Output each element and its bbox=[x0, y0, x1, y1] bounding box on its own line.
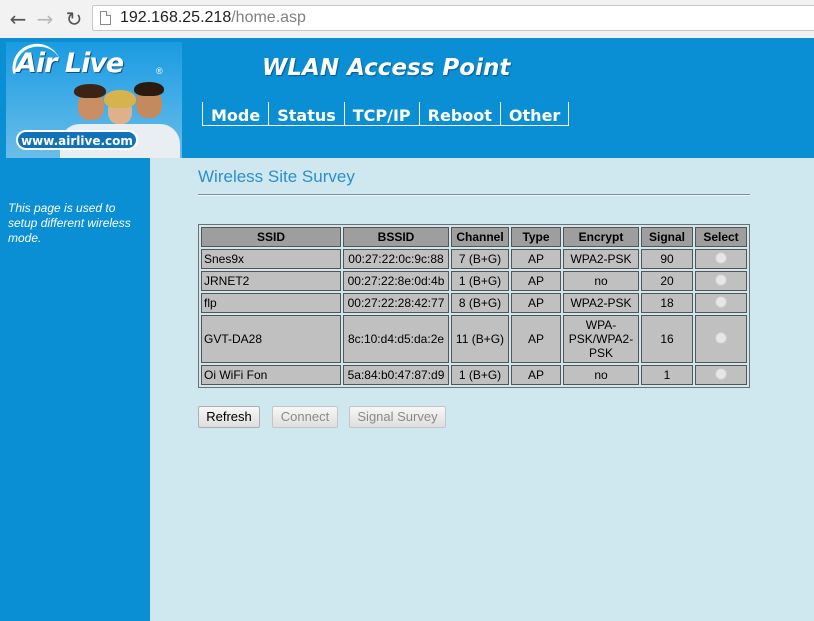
cell-bssid: 00:27:22:28:42:77 bbox=[343, 293, 449, 313]
cell-signal: 16 bbox=[641, 315, 693, 363]
section-heading: Wireless Site Survey bbox=[198, 167, 355, 186]
select-radio[interactable] bbox=[715, 251, 727, 264]
cell-encrypt: no bbox=[563, 365, 639, 385]
column-header-select: Select bbox=[695, 227, 747, 247]
cell-encrypt: WPA-PSK/WPA2-PSK bbox=[563, 315, 639, 363]
cell-ssid: Snes9x bbox=[201, 249, 341, 269]
cell-select bbox=[695, 315, 747, 363]
address-bar[interactable]: 192.168.25.218/home.asp bbox=[92, 5, 814, 31]
menu-item-status[interactable]: Status bbox=[268, 102, 344, 126]
cell-encrypt: WPA2-PSK bbox=[563, 293, 639, 313]
cell-channel: 1 (B+G) bbox=[451, 365, 509, 385]
url-path: /home.asp bbox=[231, 9, 306, 26]
connect-button[interactable]: Connect bbox=[272, 406, 338, 428]
refresh-button[interactable]: Refresh bbox=[198, 406, 260, 428]
back-arrow-icon[interactable]: ← bbox=[6, 7, 30, 31]
menu-item-other[interactable]: Other bbox=[499, 102, 570, 126]
cell-channel: 7 (B+G) bbox=[451, 249, 509, 269]
cell-ssid: flp bbox=[201, 293, 341, 313]
browser-toolbar: ← → ↻ 192.168.25.218/home.asp bbox=[0, 0, 814, 39]
menu-item-reboot[interactable]: Reboot bbox=[418, 102, 500, 126]
logo-website-badge: www.airlive.com bbox=[16, 130, 138, 150]
cell-type: AP bbox=[511, 271, 561, 291]
cell-channel: 11 (B+G) bbox=[451, 315, 509, 363]
select-radio[interactable] bbox=[715, 295, 727, 308]
cell-ssid: GVT-DA28 bbox=[201, 315, 341, 363]
left-sidebar: This page is used to setup different wir… bbox=[0, 158, 150, 621]
column-header-bssid: BSSID bbox=[343, 227, 449, 247]
cell-bssid: 00:27:22:0c:9c:88 bbox=[343, 249, 449, 269]
registered-mark: ® bbox=[156, 66, 163, 76]
cell-select bbox=[695, 271, 747, 291]
table-row: JRNET2 00:27:22:8e:0d:4b 1 (B+G) AP no 2… bbox=[201, 271, 747, 291]
cell-signal: 18 bbox=[641, 293, 693, 313]
table-row: Oi WiFi Fon 5a:84:b0:47:87:d9 1 (B+G) AP… bbox=[201, 365, 747, 385]
cell-type: AP bbox=[511, 249, 561, 269]
cell-encrypt: WPA2-PSK bbox=[563, 249, 639, 269]
menu-item-tcpip[interactable]: TCP/IP bbox=[343, 102, 419, 126]
cell-type: AP bbox=[511, 293, 561, 313]
menu-item-mode[interactable]: Mode bbox=[202, 102, 269, 126]
cell-channel: 8 (B+G) bbox=[451, 293, 509, 313]
column-header-channel: Channel bbox=[451, 227, 509, 247]
main-content: Wireless Site Survey SSID BSSID Channel … bbox=[150, 158, 814, 621]
help-text: This page is used to setup different wir… bbox=[8, 201, 131, 245]
select-radio[interactable] bbox=[715, 331, 727, 344]
table-row: Snes9x 00:27:22:0c:9c:88 7 (B+G) AP WPA2… bbox=[201, 249, 747, 269]
cell-signal: 90 bbox=[641, 249, 693, 269]
table-row: GVT-DA28 8c:10:d4:d5:da:2e 11 (B+G) AP W… bbox=[201, 315, 747, 363]
cell-channel: 1 (B+G) bbox=[451, 271, 509, 291]
table-row: flp 00:27:22:28:42:77 8 (B+G) AP WPA2-PS… bbox=[201, 293, 747, 313]
url-host: 192.168.25.218 bbox=[120, 9, 232, 26]
column-header-signal: Signal bbox=[641, 227, 693, 247]
column-header-encrypt: Encrypt bbox=[563, 227, 639, 247]
page-title: WLAN Access Point bbox=[262, 55, 511, 81]
top-menu: Mode Status TCP/IP Reboot Other bbox=[202, 102, 570, 126]
cell-bssid: 00:27:22:8e:0d:4b bbox=[343, 271, 449, 291]
cell-bssid: 8c:10:d4:d5:da:2e bbox=[343, 315, 449, 363]
cell-signal: 20 bbox=[641, 271, 693, 291]
table-header-row: SSID BSSID Channel Type Encrypt Signal S… bbox=[201, 227, 747, 247]
column-header-ssid: SSID bbox=[201, 227, 341, 247]
select-radio[interactable] bbox=[715, 273, 727, 286]
reload-icon[interactable]: ↻ bbox=[62, 7, 86, 31]
site-survey-table: SSID BSSID Channel Type Encrypt Signal S… bbox=[198, 224, 750, 388]
column-header-type: Type bbox=[511, 227, 561, 247]
logo-brand-text: Air Live bbox=[16, 48, 124, 79]
forward-arrow-icon[interactable]: → bbox=[33, 7, 57, 31]
page-icon bbox=[100, 11, 111, 25]
cell-encrypt: no bbox=[563, 271, 639, 291]
airlive-logo: Air Live ® www.airlive.com bbox=[6, 42, 182, 158]
signal-survey-button[interactable]: Signal Survey bbox=[349, 406, 446, 428]
cell-select bbox=[695, 293, 747, 313]
cell-type: AP bbox=[511, 365, 561, 385]
cell-select bbox=[695, 365, 747, 385]
select-radio[interactable] bbox=[715, 367, 727, 380]
cell-bssid: 5a:84:b0:47:87:d9 bbox=[343, 365, 449, 385]
heading-divider bbox=[198, 194, 750, 196]
cell-ssid: Oi WiFi Fon bbox=[201, 365, 341, 385]
url-text: 192.168.25.218/home.asp bbox=[120, 9, 306, 27]
cell-type: AP bbox=[511, 315, 561, 363]
cell-ssid: JRNET2 bbox=[201, 271, 341, 291]
cell-select bbox=[695, 249, 747, 269]
cell-signal: 1 bbox=[641, 365, 693, 385]
